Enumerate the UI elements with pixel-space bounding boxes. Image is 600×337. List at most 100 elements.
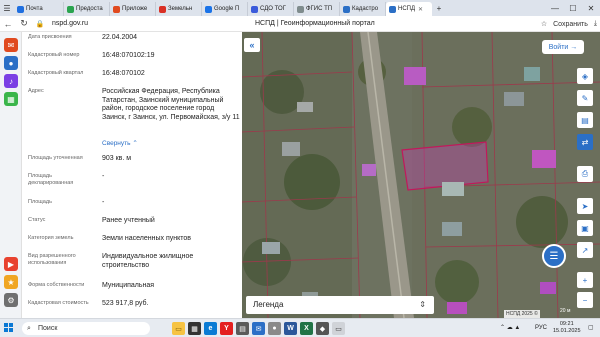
google-icon	[205, 5, 212, 13]
field-label: Дата присвоения	[28, 34, 72, 40]
field-value: 903 кв. м	[102, 155, 132, 162]
task-view-icon[interactable]: ▦	[188, 322, 201, 335]
url-field[interactable]: nspd.gov.ru	[52, 20, 88, 27]
word-icon[interactable]: W	[284, 322, 297, 335]
document-icon	[113, 5, 120, 13]
messenger-icon[interactable]: ●	[4, 56, 18, 70]
zoom-out-icon[interactable]: −	[577, 292, 593, 308]
tab-land[interactable]: Земельн	[156, 2, 202, 16]
tab-cadastre[interactable]: Кадастро	[340, 2, 386, 16]
legend-dropdown[interactable]: Легенда ⇕	[246, 296, 434, 314]
notification-icon[interactable]: ▢	[588, 319, 594, 337]
layers-icon[interactable]: ◈	[577, 68, 593, 84]
address-bar-actions: ☆ Сохранить ⤓	[538, 16, 600, 32]
satellite-imagery	[242, 32, 600, 318]
close-window-icon[interactable]: ✕	[582, 0, 600, 16]
site-icon	[297, 5, 304, 13]
minimize-icon[interactable]: —	[546, 0, 564, 16]
excel-icon[interactable]: X	[300, 322, 313, 335]
measure-icon[interactable]: ▤	[577, 112, 593, 128]
folder-icon[interactable]: ▭	[332, 322, 345, 335]
map-attribution: НСПД 2025 ©	[504, 310, 540, 318]
field-label: Статус	[28, 217, 46, 223]
mail-icon	[17, 5, 24, 13]
tab-fgis[interactable]: ФГИС ТП	[294, 2, 340, 16]
apps-icon[interactable]: ▦	[4, 92, 18, 106]
store-icon[interactable]: ▤	[236, 322, 249, 335]
save-page-button[interactable]: Сохранить	[553, 21, 588, 28]
yandex-browser-icon[interactable]: Y	[220, 322, 233, 335]
field-value: -	[102, 199, 105, 206]
nspd-icon	[389, 5, 396, 13]
file-explorer-icon[interactable]: ▭	[172, 322, 185, 335]
site-icon	[251, 5, 258, 13]
login-button[interactable]: Войти →	[542, 40, 584, 54]
cadastral-info-panel: Дата присвоения 22.04.2004 Кадастровый н…	[22, 32, 242, 318]
menu-fab-icon[interactable]: ☰	[542, 244, 566, 268]
zoom-in-icon[interactable]: +	[577, 272, 593, 288]
lock-icon: 🔒	[35, 20, 45, 28]
start-button-icon[interactable]	[4, 323, 14, 333]
field-label: Площадь уточненная	[28, 155, 83, 161]
map-scale: 20 м	[560, 308, 571, 314]
field-value: Российская Федерация, Республика Татарст…	[102, 88, 240, 121]
field-value: Индивидуальное жилищное строительство	[102, 253, 194, 269]
mail-app-icon[interactable]: ✉	[252, 322, 265, 335]
field-label: Кадастровый квартал	[28, 70, 84, 76]
reload-icon[interactable]: ↻	[16, 16, 32, 32]
music-icon[interactable]: ♪	[4, 74, 18, 88]
back-icon[interactable]: ←	[0, 16, 16, 32]
photo-icon[interactable]: ▣	[577, 220, 593, 236]
field-label: Форма собственности	[28, 282, 85, 288]
new-tab-icon[interactable]: +	[432, 0, 446, 16]
bookmark-icon[interactable]: ☆	[541, 20, 547, 28]
search-icon: ⌕	[27, 325, 31, 332]
maximize-icon[interactable]: ☐	[564, 0, 582, 16]
field-value: Муниципальная	[102, 282, 155, 289]
browser-tab-bar: ☰ Почта Предоста Приложе Земельн Google …	[0, 0, 600, 16]
tools-icon[interactable]: ✎	[577, 90, 593, 106]
field-value: Ранее учтенный	[102, 217, 155, 224]
field-label: Адрес	[28, 88, 44, 94]
field-value: -	[102, 173, 105, 180]
video-icon[interactable]: ▶	[4, 257, 18, 271]
page-title: НСПД | Геоинформационный портал	[255, 20, 375, 27]
tray-icons[interactable]: ⌃ ☁ ▲	[500, 319, 520, 337]
site-icon	[343, 5, 350, 13]
download-icon[interactable]: ⤓	[594, 20, 597, 28]
share-icon[interactable]: ⇄	[577, 134, 593, 150]
field-value: 16:48:070102:19	[102, 52, 155, 59]
collapse-panel-button[interactable]: «	[244, 38, 260, 52]
edge-icon[interactable]: e	[204, 322, 217, 335]
chevron-updown-icon: ⇕	[419, 300, 426, 309]
site-icon	[159, 5, 166, 13]
windows-taskbar: ⌕ Поиск ▭ ▦ e Y ▤ ✉ ● W X ◆ ▭ ⌃ ☁ ▲ РУС …	[0, 318, 600, 337]
tab-provision[interactable]: Предоста	[64, 2, 110, 16]
collapse-link[interactable]: Свернуть ⌃	[102, 139, 138, 147]
close-tab-icon[interactable]: ✕	[418, 6, 423, 13]
locate-icon[interactable]: ➤	[577, 198, 593, 214]
print-icon[interactable]: ⎙	[577, 166, 593, 182]
tab-appendix[interactable]: Приложе	[110, 2, 156, 16]
ruler-icon[interactable]: ↗	[577, 242, 593, 258]
field-label: Кадастровая стоимость	[28, 300, 89, 306]
satellite-map[interactable]: « Войти → ◈ ✎ ▤ ⇄ ⎙ ➤ ▣ ↗ + − ☰ Легенда …	[242, 32, 600, 318]
clock[interactable]: 09:21 15.01.2025	[553, 321, 581, 335]
store-icon[interactable]: ★	[4, 275, 18, 289]
field-value: Земли населенных пунктов	[102, 235, 192, 242]
document-icon	[67, 5, 74, 13]
tab-google[interactable]: Google П	[202, 2, 248, 16]
language-indicator[interactable]: РУС	[535, 319, 547, 337]
tab-nspd[interactable]: НСПД ✕	[386, 2, 432, 16]
app-icon[interactable]: ●	[268, 322, 281, 335]
taskbar-search-input[interactable]: ⌕ Поиск	[22, 322, 150, 335]
browser-sidebar: ✉ ● ♪ ▦ ▶ ★ ⚙	[0, 32, 22, 318]
settings-icon[interactable]: ⚙	[4, 293, 18, 307]
field-value: 523 917,8 руб.	[102, 300, 149, 307]
mail-icon[interactable]: ✉	[4, 38, 18, 52]
tab-mail[interactable]: Почта	[14, 2, 64, 16]
tab-actions-icon[interactable]: ☰	[0, 0, 14, 16]
field-label: Площадь декларированная	[28, 173, 74, 186]
app-icon[interactable]: ◆	[316, 322, 329, 335]
tab-sdo[interactable]: СДО ТОГ	[248, 2, 294, 16]
